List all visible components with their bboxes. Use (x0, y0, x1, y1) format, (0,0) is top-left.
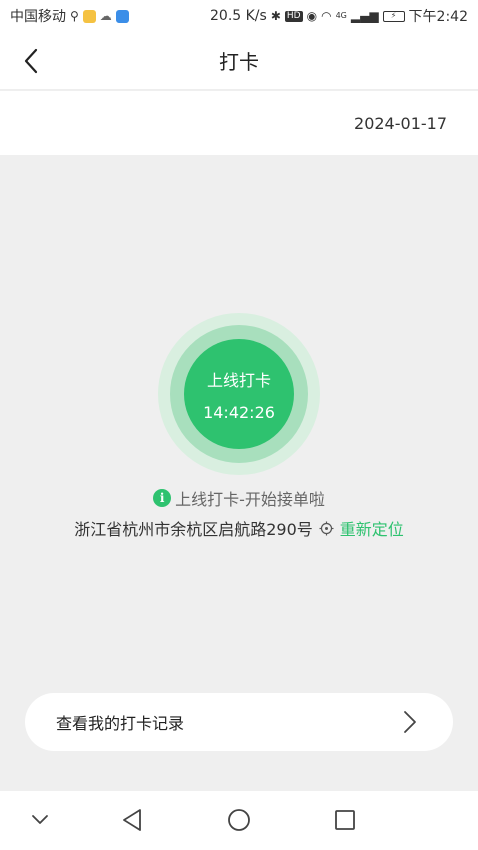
punch-area: 上线打卡 14:42:26 (158, 313, 320, 475)
chevron-left-icon (24, 48, 38, 74)
wifi-icon: ◠ (321, 9, 332, 23)
status-bar: 中国移动 ⚲ ☁ 20.5 K/s ✱ HD ◉ ◠ 4G ▂▄▆ ⚡ 下午2:… (0, 0, 478, 32)
chevron-down-icon (32, 815, 48, 824)
address-row: 浙江省杭州市余杭区启航路290号 重新定位 (0, 516, 478, 540)
hd-icon: HD (284, 10, 303, 22)
notification-yellow-icon (82, 9, 96, 23)
tip-text: 上线打卡-开始接单啦 (175, 490, 325, 509)
hide-nav-button[interactable] (25, 805, 55, 835)
battery-icon: ⚡ (382, 10, 405, 22)
system-nav-bar (0, 791, 478, 850)
shield-app-icon (115, 9, 129, 23)
system-home-button[interactable] (224, 805, 254, 835)
page-title: 打卡 (219, 50, 259, 74)
square-recents-icon (335, 810, 355, 830)
info-icon: i (153, 489, 172, 507)
chevron-right-icon (404, 711, 416, 733)
triangle-back-icon (123, 809, 141, 831)
clock-text: 下午2:42 (408, 9, 468, 25)
punch-in-button[interactable]: 上线打卡 14:42:26 (184, 339, 294, 449)
date-text: 2024-01-17 (354, 113, 447, 133)
system-back-button[interactable] (117, 805, 147, 835)
date-row: 2024-01-17 (0, 91, 478, 155)
locate-icon (319, 521, 334, 536)
signal-icon: ▂▄▆ (350, 9, 379, 23)
punch-label: 上线打卡 (206, 370, 271, 390)
nav-bar: 打卡 (0, 32, 478, 90)
records-label: 查看我的打卡记录 (56, 714, 185, 733)
status-left: 中国移动 ⚲ ☁ (10, 6, 129, 26)
network-speed: 20.5 K/s (210, 8, 267, 24)
usb-icon: ⚲ (70, 9, 79, 23)
network-type: 4G (335, 11, 347, 20)
relocate-button[interactable]: 重新定位 (340, 516, 404, 540)
punch-time: 14:42:26 (203, 402, 275, 422)
cloud-icon: ☁ (99, 9, 112, 23)
circle-home-icon (228, 809, 250, 831)
tip-row: i 上线打卡-开始接单啦 (0, 486, 478, 510)
carrier-text: 中国移动 (10, 9, 66, 25)
back-button[interactable] (16, 46, 46, 76)
address-text: 浙江省杭州市余杭区启航路290号 (74, 520, 313, 539)
bluetooth-icon: ✱ (270, 9, 281, 23)
view-records-button[interactable]: 查看我的打卡记录 (25, 693, 453, 751)
eye-icon: ◉ (306, 9, 318, 23)
status-right: 20.5 K/s ✱ HD ◉ ◠ 4G ▂▄▆ ⚡ 下午2:42 (210, 6, 468, 26)
system-recents-button[interactable] (330, 805, 360, 835)
